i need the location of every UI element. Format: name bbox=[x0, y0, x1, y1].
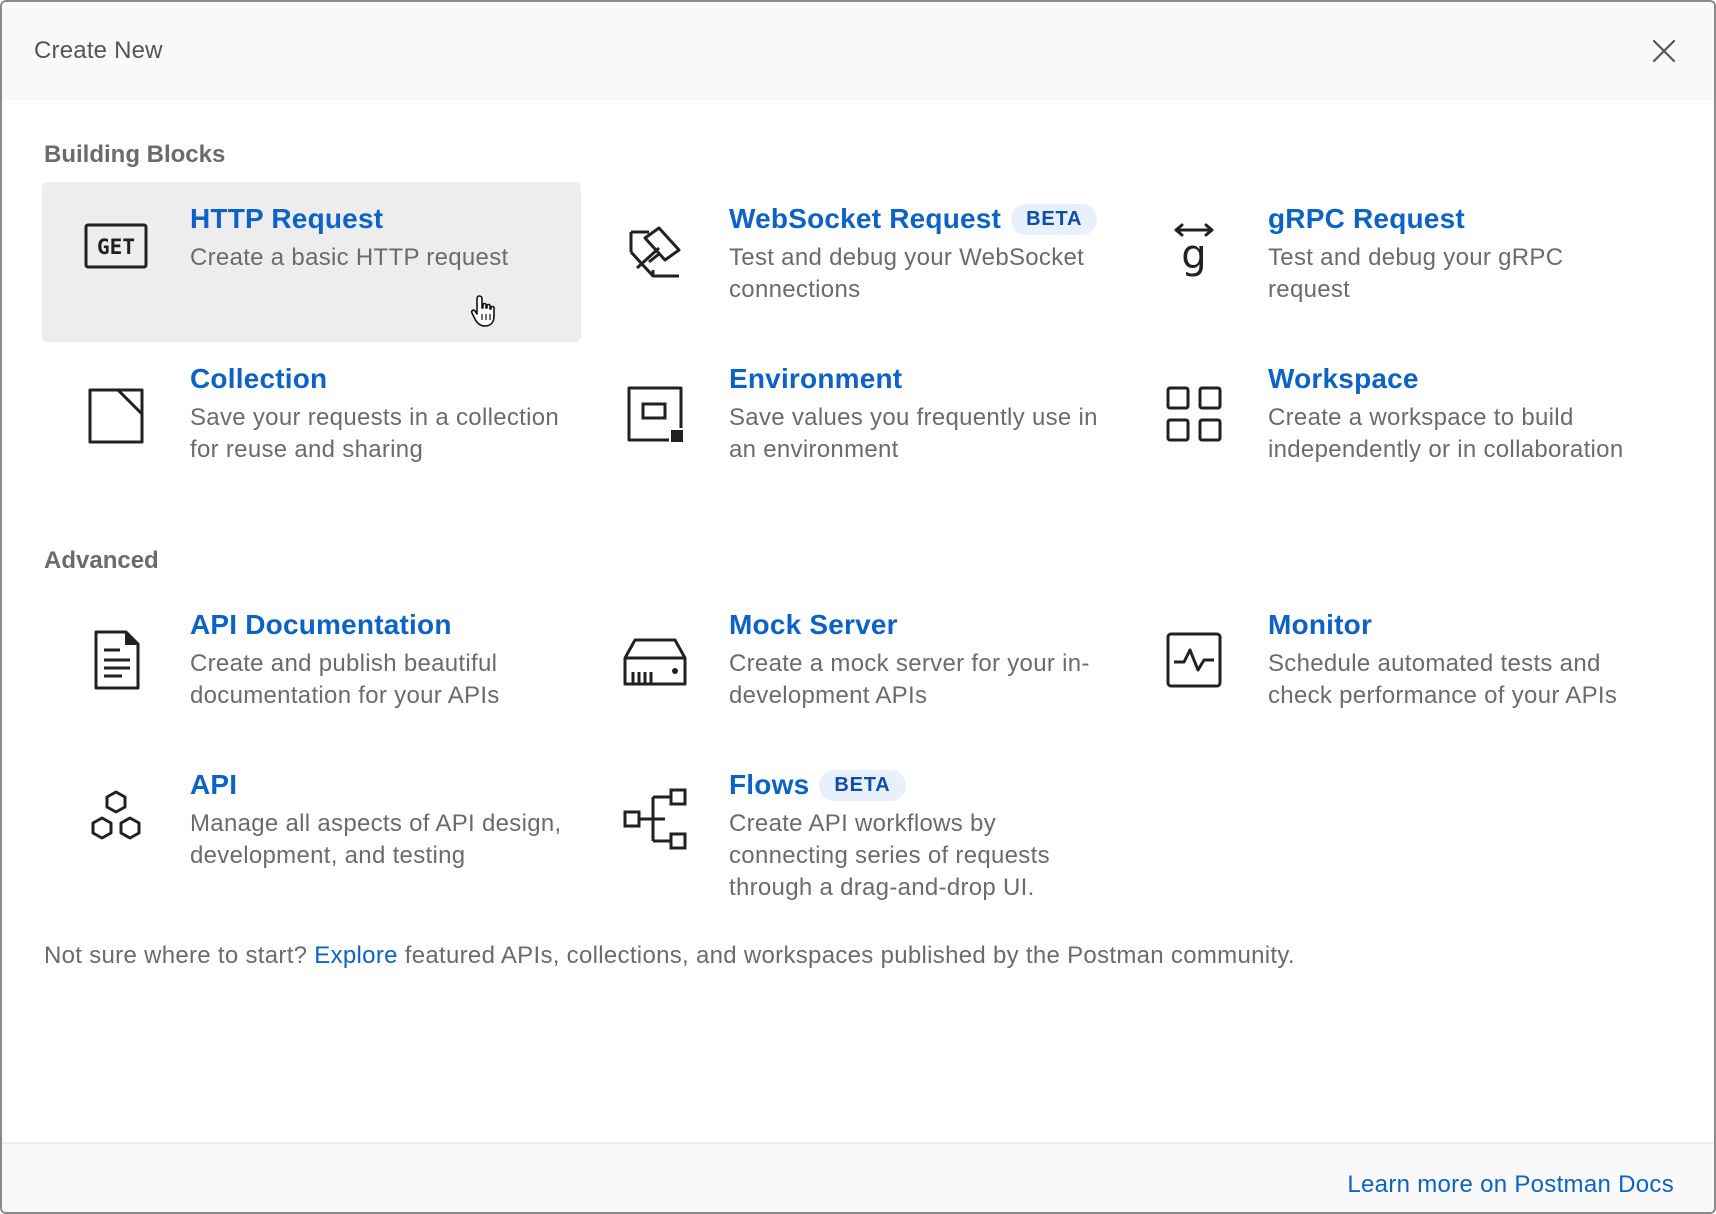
http-request-desc: Create a basic HTTP request bbox=[190, 244, 509, 271]
section-title-building-blocks: Building Blocks bbox=[44, 141, 226, 168]
environment-desc: Save values you frequently use in an env… bbox=[729, 404, 1098, 463]
flows-desc: Create API workflows by connecting serie… bbox=[729, 810, 1050, 901]
hand-cursor-icon bbox=[470, 295, 495, 327]
footer-note-suffix: featured APIs, collections, and workspac… bbox=[404, 942, 1295, 969]
monitor-icon bbox=[1166, 632, 1222, 688]
dialog-body: Building Blocks GET HTTP Request Create … bbox=[2, 100, 1714, 970]
workspace-title: Workspace bbox=[1268, 363, 1419, 394]
flows-card[interactable]: Flows BETA Create API workflows by conne… bbox=[581, 748, 1120, 924]
api-desc: Manage all aspects of API design, develo… bbox=[190, 810, 562, 869]
get-icon: GET bbox=[84, 223, 148, 269]
beta-badge: BETA bbox=[1011, 203, 1098, 235]
api-documentation-card[interactable]: API Documentation Create and publish bea… bbox=[42, 588, 581, 748]
monitor-card[interactable]: Monitor Schedule automated tests and che… bbox=[1120, 588, 1659, 748]
close-icon bbox=[1652, 39, 1676, 63]
grpc-icon-glyph: g bbox=[1181, 232, 1206, 278]
advanced-grid: API Documentation Create and publish bea… bbox=[42, 588, 1674, 924]
dialog-footer: Learn more on Postman Docs bbox=[2, 1142, 1714, 1212]
collection-icon bbox=[88, 388, 144, 444]
websocket-request-desc: Test and debug your WebSocket connection… bbox=[729, 244, 1085, 303]
postman-docs-link[interactable]: Learn more on Postman Docs bbox=[1347, 1171, 1674, 1199]
collection-card[interactable]: Collection Save your requests in a colle… bbox=[42, 342, 581, 502]
api-documentation-title: API Documentation bbox=[190, 609, 452, 640]
environment-card[interactable]: Environment Save values you frequently u… bbox=[581, 342, 1120, 502]
environment-title: Environment bbox=[729, 363, 903, 394]
collection-title: Collection bbox=[190, 363, 328, 394]
mock-server-card[interactable]: Mock Server Create a mock server for you… bbox=[581, 588, 1120, 748]
collection-desc: Save your requests in a collection for r… bbox=[190, 404, 560, 463]
websocket-request-card[interactable]: WebSocket Request BETA Test and debug yo… bbox=[581, 182, 1120, 342]
monitor-desc: Schedule automated tests and check perfo… bbox=[1268, 650, 1618, 709]
api-card[interactable]: API Manage all aspects of API design, de… bbox=[42, 748, 581, 924]
api-icon bbox=[91, 790, 141, 840]
api-title: API bbox=[190, 769, 238, 800]
workspace-card[interactable]: Workspace Create a workspace to build in… bbox=[1120, 342, 1659, 502]
environment-icon bbox=[627, 386, 683, 442]
get-icon-label: GET bbox=[97, 235, 135, 259]
grpc-request-card[interactable]: g gRPC Request Test and debug your gRPC … bbox=[1120, 182, 1659, 342]
grpc-request-desc: Test and debug your gRPC request bbox=[1268, 244, 1564, 303]
mock-server-title: Mock Server bbox=[729, 609, 898, 640]
workspace-desc: Create a workspace to build independentl… bbox=[1268, 404, 1624, 463]
grpc-request-title: gRPC Request bbox=[1268, 203, 1465, 234]
websocket-request-title: WebSocket Request bbox=[729, 203, 1002, 234]
websocket-icon bbox=[629, 226, 681, 278]
flows-title: Flows bbox=[729, 769, 810, 800]
grpc-icon: g bbox=[1174, 223, 1214, 278]
monitor-title: Monitor bbox=[1268, 609, 1373, 640]
beta-badge: BETA bbox=[819, 769, 906, 801]
api-documentation-desc: Create and publish beautiful documentati… bbox=[190, 650, 500, 709]
create-new-dialog: Create New Building Blocks GET HTTP Requ… bbox=[0, 0, 1716, 1214]
http-request-card[interactable]: GET HTTP Request Create a basic HTTP req… bbox=[42, 182, 581, 342]
close-button[interactable] bbox=[1646, 33, 1682, 69]
section-title-advanced: Advanced bbox=[44, 547, 159, 574]
http-request-title: HTTP Request bbox=[190, 203, 384, 234]
footer-note-prefix: Not sure where to start? bbox=[44, 942, 308, 969]
server-icon bbox=[623, 638, 687, 686]
document-icon bbox=[94, 630, 140, 690]
dialog-title: Create New bbox=[34, 37, 163, 64]
mock-server-desc: Create a mock server for your in-develop… bbox=[729, 650, 1090, 709]
explore-link[interactable]: Explore bbox=[314, 942, 397, 969]
flows-icon bbox=[623, 788, 687, 850]
dialog-header: Create New bbox=[2, 2, 1714, 100]
building-blocks-grid: GET HTTP Request Create a basic HTTP req… bbox=[42, 182, 1674, 502]
workspace-icon bbox=[1166, 386, 1222, 442]
footer-note: Not sure where to start? Explore feature… bbox=[42, 942, 1674, 970]
